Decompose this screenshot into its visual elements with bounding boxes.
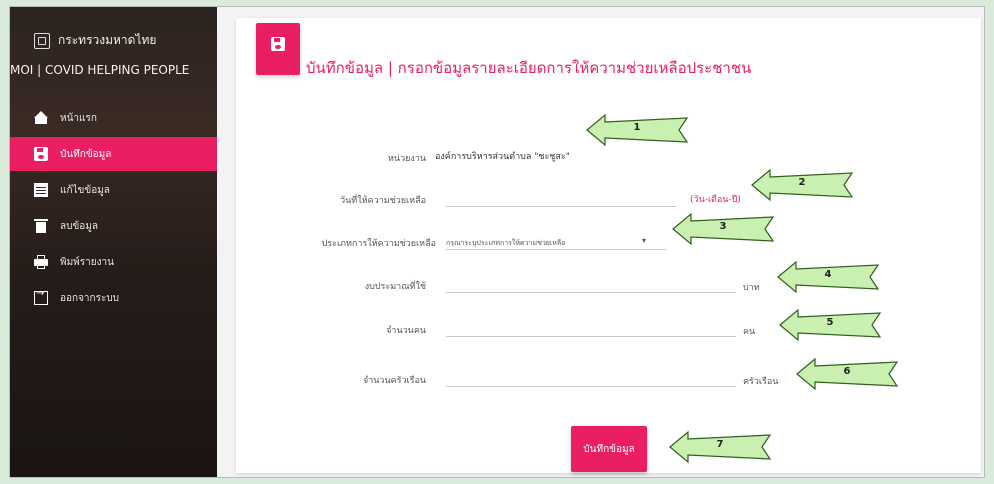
header-badge [256,23,300,75]
date-field[interactable] [446,190,676,207]
sidebar-item-record[interactable]: บันทึกข้อมูล [10,137,217,171]
sidebar-menu: หน้าแรก บันทึกข้อมูล แก้ไขข้อมูล ลบข้อมู… [10,101,217,317]
annotation-arrow-6: 6 [796,357,899,391]
type-select[interactable]: กรุณาระบุประเภทการให้ความช่วยเหลือ ▾ [446,233,666,250]
home-icon [34,111,48,125]
budget-field[interactable] [446,276,736,293]
sidebar-item-label: แก้ไขข้อมูล [60,184,110,196]
type-select-value: กรุณาระบุประเภทการให้ความช่วยเหลือ [446,239,566,247]
annotation-arrow-3: 3 [672,212,775,246]
sidebar-item-label: บันทึกข้อมูล [60,148,112,160]
budget-label: งบประมาณที่ใช้ [364,282,426,292]
save-button[interactable]: บันทึกข้อมูล [571,426,647,472]
agency-label: หน่วยงาน [387,154,426,164]
annotation-arrow-7: 7 [669,430,772,464]
save-icon [34,147,48,161]
annotation-number: 2 [798,177,806,188]
people-unit: คน [743,327,756,337]
annotation-arrow-2: 2 [751,168,854,202]
trash-icon [34,219,48,233]
app-window: กระทรวงมหาดไทย MOI | COVID HELPING PEOPL… [9,6,985,478]
ministry-logo-icon [34,32,50,49]
annotation-number: 4 [824,269,832,280]
form-card: บันทึกข้อมูล | กรอกข้อมูลรายละเอียดการให… [236,18,981,473]
sidebar-item-home[interactable]: หน้าแรก [10,101,217,135]
page-title: บันทึกข้อมูล | กรอกข้อมูลรายละเอียดการให… [306,59,752,77]
sidebar-item-print[interactable]: พิมพ์รายงาน [10,245,217,279]
annotation-arrow-1: 1 [586,113,689,147]
annotation-arrow-4: 4 [777,260,880,294]
budget-unit: บาท [743,283,760,293]
sidebar-item-label: ลบข้อมูล [60,220,99,232]
people-field[interactable] [446,320,736,337]
households-unit: ครัวเรือน [743,377,779,387]
sidebar-item-label: ออกจากระบบ [60,292,120,304]
annotation-number: 1 [633,122,641,133]
chevron-down-icon: ▾ [642,236,647,245]
agency-value: องค์การบริหารส่วนตำบล "ชะชูสะ" [435,152,570,162]
households-field[interactable] [446,370,736,387]
sidebar-item-logout[interactable]: ออกจากระบบ [10,281,217,315]
brand-subtitle: MOI | COVID HELPING PEOPLE [10,63,190,77]
brand-title: กระทรวงมหาดไทย [58,33,157,47]
annotation-number: 6 [843,366,851,377]
annotation-number: 3 [719,221,727,232]
annotation-number: 7 [716,439,724,450]
people-label: จำนวนคน [386,326,426,336]
brand: กระทรวงมหาดไทย [34,31,156,50]
annotation-number: 5 [826,317,834,328]
type-label: ประเภทการให้ความช่วยเหลือ [321,239,436,249]
sidebar-item-delete[interactable]: ลบข้อมูล [10,209,217,243]
save-icon [271,37,285,51]
document-icon [34,183,48,197]
annotation-arrow-5: 5 [779,308,882,342]
date-format-hint: (วัน-เดือน-ปี) [690,195,741,205]
sidebar-item-label: หน้าแรก [60,112,97,124]
sidebar-item-label: พิมพ์รายงาน [60,256,114,268]
logout-icon [34,288,48,305]
sidebar: กระทรวงมหาดไทย MOI | COVID HELPING PEOPL… [10,7,217,477]
print-icon [34,255,48,269]
households-label: จำนวนครัวเรือน [362,376,426,386]
sidebar-item-edit[interactable]: แก้ไขข้อมูล [10,173,217,207]
date-label: วันที่ให้ความช่วยเหลือ [340,196,426,206]
